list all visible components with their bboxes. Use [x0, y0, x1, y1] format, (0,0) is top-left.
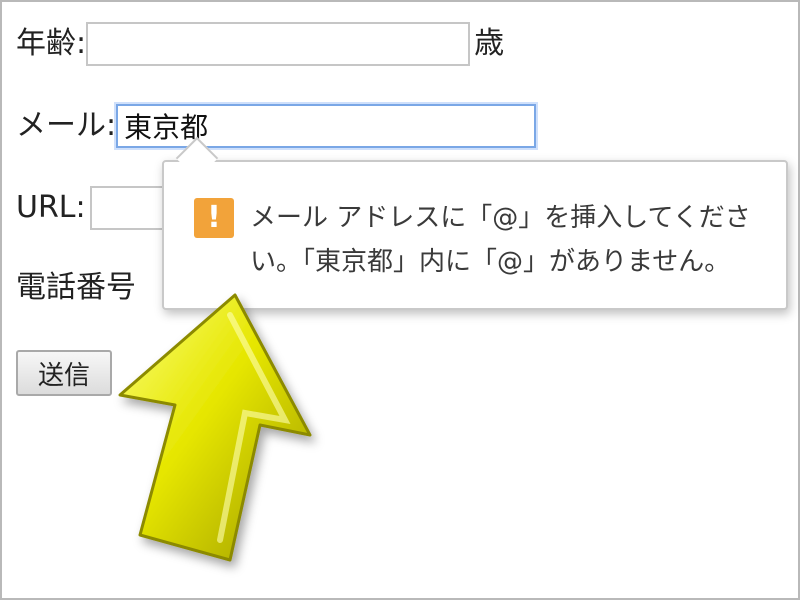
warning-icon: !	[194, 198, 234, 238]
validation-message: メール アドレスに「@」を挿入してくださ い。「東京都」内に「@」がありません。	[250, 196, 770, 284]
age-input[interactable]	[86, 22, 471, 66]
url-row: URL:	[16, 186, 180, 230]
email-row: メール:	[16, 104, 537, 148]
validation-message-line1: メール アドレスに「@」を挿入してくださ	[250, 203, 751, 233]
submit-button[interactable]: 送信	[16, 350, 112, 396]
email-label: メール:	[16, 108, 117, 143]
age-label: 年齢:	[16, 26, 87, 61]
arrow-up-icon	[118, 293, 312, 562]
validation-message-line2: い。「東京都」内に「@」がありません。	[250, 247, 731, 277]
age-suffix: 歳	[474, 26, 505, 61]
email-input[interactable]	[116, 104, 537, 148]
age-row: 年齢: 歳	[16, 22, 504, 66]
url-label: URL:	[16, 190, 86, 225]
